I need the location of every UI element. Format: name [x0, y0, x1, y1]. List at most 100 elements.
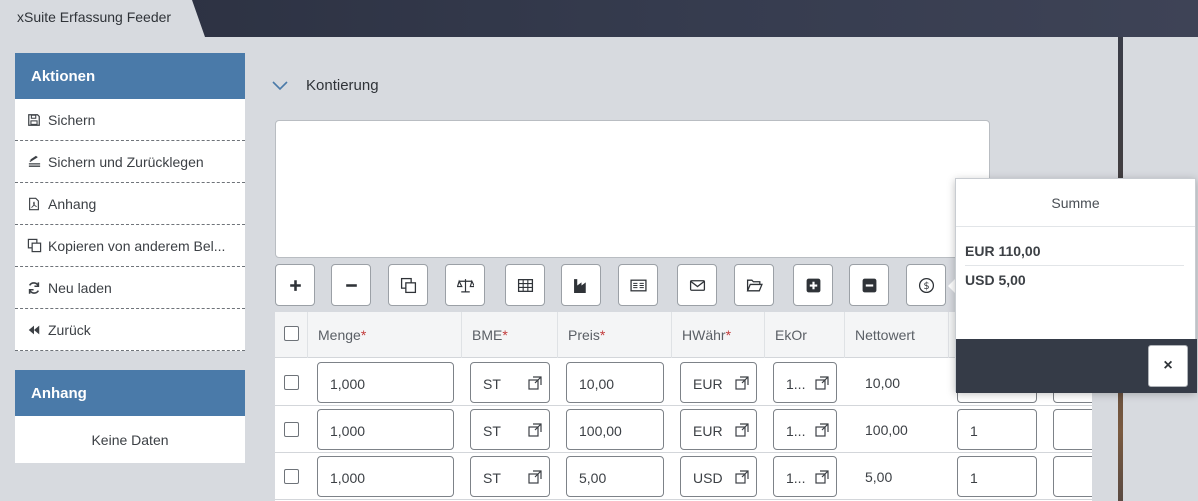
row-checkbox[interactable] — [284, 375, 299, 390]
column-label: EkOr — [775, 327, 807, 343]
actions-panel: Aktionen Sichern Sichern und Zurücklegen… — [15, 53, 245, 351]
column-header-menge[interactable]: Menge* — [307, 312, 461, 358]
minus-icon — [345, 283, 357, 287]
column-label: BME — [472, 327, 503, 343]
price-field[interactable]: 5,00 — [566, 456, 664, 497]
column-label: Nettowert — [855, 327, 915, 343]
currency-field[interactable]: EUR — [680, 409, 757, 450]
popout-icon[interactable] — [528, 470, 542, 484]
popout-icon[interactable] — [528, 376, 542, 390]
price-field[interactable]: 100,00 — [566, 409, 664, 450]
collapse-all-button[interactable] — [849, 264, 889, 306]
balance-button[interactable] — [445, 264, 485, 306]
unit-field[interactable]: ST — [470, 409, 550, 450]
unit-field[interactable]: ST — [470, 456, 550, 497]
section-kontierung[interactable]: Kontierung — [271, 76, 379, 94]
popout-icon[interactable] — [735, 470, 749, 484]
currency-field[interactable]: EUR — [680, 362, 757, 403]
purchasing-org-value: 1... — [786, 376, 806, 392]
stack-save-icon — [26, 154, 42, 170]
select-all-checkbox[interactable] — [284, 326, 299, 341]
table-button[interactable] — [505, 264, 545, 306]
popout-icon[interactable] — [815, 376, 829, 390]
copy-row-button[interactable] — [388, 264, 428, 306]
action-copy-label: Kopieren von anderem Bel... — [48, 237, 226, 254]
action-copy-from-document[interactable]: Kopieren von anderem Bel... — [15, 225, 245, 267]
action-save-and-return-label: Sichern und Zurücklegen — [48, 153, 204, 170]
card-icon — [629, 279, 647, 291]
table-icon — [517, 278, 533, 292]
action-attachment-label: Anhang — [48, 195, 97, 212]
popout-icon[interactable] — [528, 423, 542, 437]
column-header-hwaehr[interactable]: HWähr* — [671, 312, 764, 358]
summary-line-usd: USD 5,00 — [965, 272, 1026, 288]
attachment-panel: Anhang Keine Daten — [15, 370, 245, 463]
attachment-empty: Keine Daten — [91, 432, 169, 448]
extra-field[interactable]: 1 — [957, 409, 1037, 450]
column-header-nettowert[interactable]: Nettowert — [844, 312, 948, 358]
currency-value: EUR — [693, 423, 723, 439]
open-folder-button[interactable] — [734, 264, 774, 306]
close-summary-button[interactable]: × — [1148, 345, 1188, 387]
row-checkbox[interactable] — [284, 469, 299, 484]
action-save[interactable]: Sichern — [15, 99, 245, 141]
plant-button[interactable] — [561, 264, 601, 306]
price-field[interactable]: 10,00 — [566, 362, 664, 403]
app-tab[interactable]: xSuite Erfassung Feeder — [0, 0, 205, 37]
row-checkbox[interactable] — [284, 422, 299, 437]
required-marker: * — [502, 327, 508, 343]
unit-field[interactable]: ST — [470, 362, 550, 403]
actions-header: Aktionen — [15, 53, 245, 99]
action-reload[interactable]: Neu laden — [15, 267, 245, 309]
unit-value: ST — [483, 423, 501, 439]
action-back[interactable]: Zurück — [15, 309, 245, 351]
card-button[interactable] — [618, 264, 658, 306]
expand-all-button[interactable] — [793, 264, 833, 306]
unit-value: ST — [483, 470, 501, 486]
summary-line-eur: EUR 110,00 — [965, 227, 1184, 266]
required-marker: * — [599, 327, 606, 343]
purchasing-org-field[interactable]: 1... — [773, 362, 837, 403]
action-save-and-return[interactable]: Sichern und Zurücklegen — [15, 141, 245, 183]
factory-icon — [573, 278, 586, 293]
remove-row-button[interactable] — [331, 264, 371, 306]
pdf-file-icon — [26, 196, 42, 212]
close-icon: × — [1163, 357, 1173, 374]
column-header-bme[interactable]: BME* — [461, 312, 557, 358]
net-value: 5,00 — [865, 469, 893, 485]
column-label: HWähr — [682, 327, 726, 343]
required-marker: * — [360, 327, 367, 343]
extra-field-2[interactable] — [1053, 456, 1092, 497]
extra-field-2[interactable] — [1053, 409, 1092, 450]
action-attachment[interactable]: Anhang — [15, 183, 245, 225]
purchasing-org-field[interactable]: 1... — [773, 409, 837, 450]
chevron-down-icon — [272, 81, 288, 91]
quantity-field[interactable]: 1,000 — [317, 409, 454, 450]
plus-icon — [289, 279, 301, 291]
column-header-preis[interactable]: Preis* — [557, 312, 671, 358]
svg-text:$: $ — [923, 281, 929, 292]
currency-field[interactable]: USD — [680, 456, 757, 497]
purchasing-org-field[interactable]: 1... — [773, 456, 837, 497]
mail-button[interactable] — [677, 264, 717, 306]
add-row-button[interactable] — [275, 264, 315, 306]
kontierung-text-area[interactable] — [275, 120, 990, 258]
quantity-field[interactable]: 1,000 — [317, 362, 454, 403]
required-marker: * — [725, 327, 732, 343]
column-label: Menge — [318, 327, 361, 343]
popout-icon[interactable] — [815, 470, 829, 484]
column-header-ekor[interactable]: EkOr — [764, 312, 844, 358]
action-back-label: Zurück — [48, 321, 91, 338]
copy-icon — [400, 277, 416, 293]
currency-value: USD — [693, 470, 723, 486]
extra-field[interactable]: 1 — [957, 456, 1037, 497]
action-reload-label: Neu laden — [48, 279, 112, 296]
quantity-field[interactable]: 1,000 — [317, 456, 454, 497]
popout-icon[interactable] — [815, 423, 829, 437]
unit-value: ST — [483, 376, 501, 392]
section-title: Kontierung — [306, 76, 379, 94]
summary-footer: × — [956, 339, 1197, 393]
sum-button[interactable]: $ — [906, 264, 946, 306]
popout-icon[interactable] — [735, 423, 749, 437]
popout-icon[interactable] — [735, 376, 749, 390]
